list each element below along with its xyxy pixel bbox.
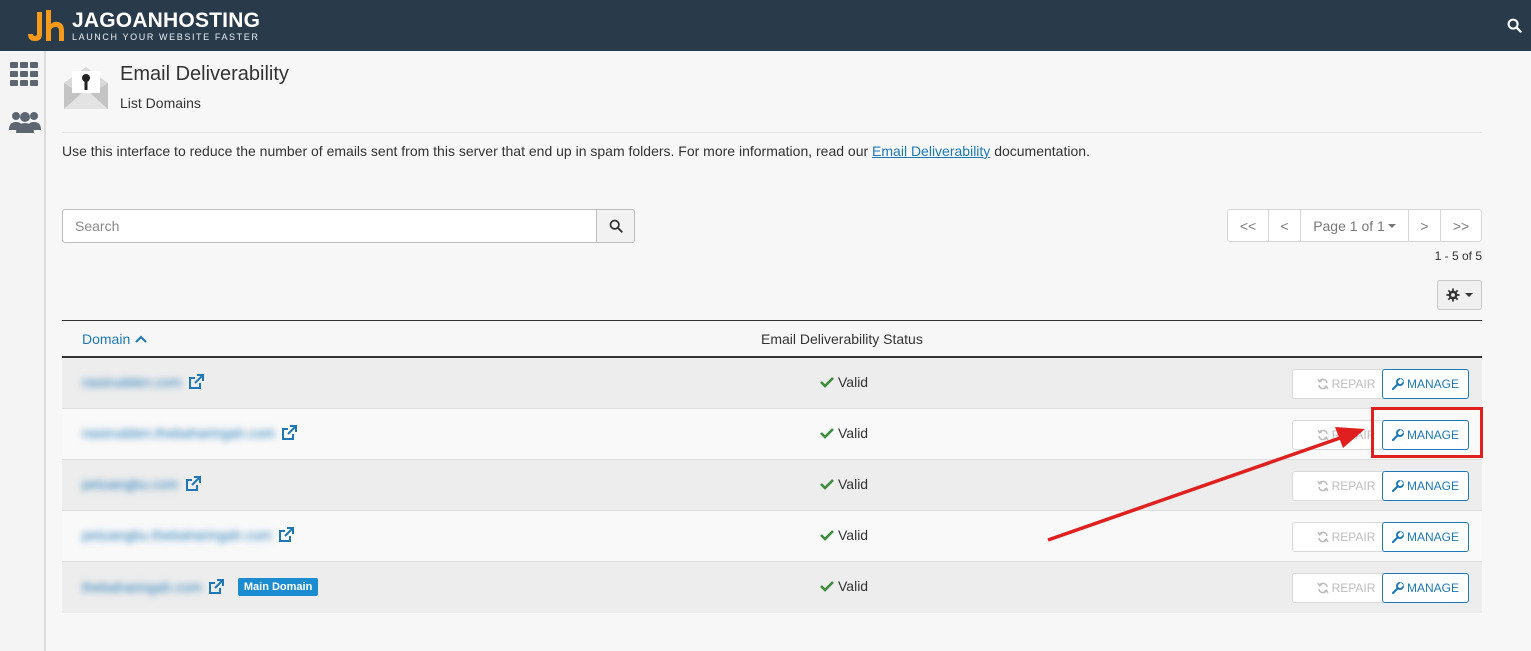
external-link-icon[interactable]	[278, 527, 294, 543]
manage-label: MANAGE	[1406, 581, 1459, 595]
settings-dropdown-button[interactable]	[1437, 280, 1482, 310]
table-row: petuangbu.thebaharingah.com Valid REPAIR…	[62, 511, 1482, 562]
domain-column-label: Domain	[82, 331, 131, 347]
domain-link[interactable]: nasirudden.thebaharingah.com	[82, 425, 275, 441]
next-page-button[interactable]: >	[1409, 210, 1441, 241]
search-bar	[62, 209, 635, 243]
email-key-icon	[62, 63, 110, 116]
caret-down-icon	[1465, 293, 1473, 297]
status-cell: Valid	[820, 476, 868, 492]
brand-tagline: LAUNCH YOUR WEBSITE FASTER	[72, 31, 260, 42]
repair-label: REPAIR	[1331, 581, 1376, 595]
main-domain-badge: Main Domain	[237, 578, 319, 596]
intro-text-after: documentation.	[990, 143, 1090, 159]
status-text: Valid	[838, 374, 869, 390]
refresh-icon	[1316, 582, 1329, 594]
external-link-icon[interactable]	[208, 579, 224, 595]
check-icon	[820, 377, 834, 388]
table-header: Domain Email Deliverability Status	[62, 320, 1482, 358]
manage-label: MANAGE	[1406, 530, 1459, 544]
manage-button[interactable]: MANAGE	[1382, 573, 1469, 603]
search-icon	[609, 219, 623, 233]
status-cell: Valid	[820, 527, 868, 543]
manage-button[interactable]: MANAGE	[1382, 471, 1469, 501]
repair-label: REPAIR	[1331, 530, 1376, 544]
check-icon	[820, 530, 834, 541]
refresh-icon	[1316, 429, 1329, 441]
domain-link[interactable]: petuangbu.com	[82, 476, 179, 492]
users-icon[interactable]	[8, 109, 42, 140]
page-select[interactable]: Page 1 of 1	[1301, 210, 1409, 241]
domain-link[interactable]: petuangbu.thebaharingah.com	[82, 527, 272, 543]
search-icon	[1507, 18, 1522, 33]
manage-label: MANAGE	[1406, 377, 1459, 391]
repair-label: REPAIR	[1331, 479, 1376, 493]
documentation-link[interactable]: Email Deliverability	[872, 143, 990, 159]
repair-label: REPAIR	[1331, 377, 1376, 391]
page-title: Email Deliverability	[120, 63, 289, 85]
first-page-button[interactable]: <<	[1228, 210, 1269, 241]
header-divider	[62, 132, 1482, 133]
status-text: Valid	[838, 578, 869, 594]
external-link-icon[interactable]	[188, 374, 204, 390]
refresh-icon	[1316, 378, 1329, 390]
sort-ascending-icon	[135, 335, 147, 343]
refresh-icon	[1316, 531, 1329, 543]
page-header: Email Deliverability List Domains	[62, 61, 1482, 133]
page-select-label: Page 1 of 1	[1313, 217, 1385, 234]
check-icon	[820, 581, 834, 592]
brand-name: JAGOANHOSTING	[72, 8, 261, 32]
status-text: Valid	[838, 425, 869, 441]
domain-link[interactable]: nasirudden.com	[82, 374, 182, 390]
search-input[interactable]	[62, 209, 597, 243]
caret-down-icon	[1387, 223, 1396, 228]
external-link-icon[interactable]	[185, 476, 201, 492]
domains-table: Domain Email Deliverability Status nasir…	[62, 320, 1482, 613]
manage-button[interactable]: MANAGE	[1382, 369, 1469, 399]
status-cell: Valid	[820, 374, 868, 390]
pagination: << < Page 1 of 1 > >>	[1227, 209, 1482, 242]
sidebar	[0, 51, 46, 651]
last-page-button[interactable]: >>	[1441, 210, 1481, 241]
repair-label: REPAIR	[1331, 428, 1376, 442]
status-text: Valid	[838, 476, 869, 492]
table-row: nasirudden.com Valid REPAIR MANAGE	[62, 358, 1482, 409]
check-icon	[820, 428, 834, 439]
wrench-icon	[1391, 582, 1404, 594]
status-text: Valid	[838, 527, 869, 543]
check-icon	[820, 479, 834, 490]
domain-column-sort[interactable]: Domain	[82, 331, 148, 347]
external-link-icon[interactable]	[281, 425, 298, 441]
wrench-icon	[1391, 531, 1404, 543]
table-row: thebaharingah.com Main Domain Valid REPA…	[62, 562, 1482, 613]
search-button[interactable]	[596, 209, 635, 243]
gear-icon	[1446, 288, 1460, 302]
wrench-icon	[1391, 480, 1404, 492]
prev-page-button[interactable]: <	[1269, 210, 1301, 241]
status-cell: Valid	[820, 578, 868, 594]
manage-label: MANAGE	[1406, 479, 1459, 493]
status-cell: Valid	[820, 425, 868, 441]
wrench-icon	[1391, 378, 1404, 390]
table-row: nasirudden.thebaharingah.com Valid REPAI…	[62, 409, 1482, 460]
brand-logo-mark-icon	[24, 8, 68, 44]
domain-link[interactable]: thebaharingah.com	[82, 579, 202, 595]
apps-grid-icon[interactable]	[8, 60, 40, 93]
table-row: petuangbu.com Valid REPAIR MANAGE	[62, 460, 1482, 511]
status-column-label: Email Deliverability Status	[761, 331, 923, 347]
intro-text-before: Use this interface to reduce the number …	[62, 143, 873, 159]
annotation-highlight-box	[1371, 407, 1483, 458]
results-range: 1 - 5 of 5	[1434, 249, 1482, 263]
brand-logo[interactable]: JAGOANHOSTING LAUNCH YOUR WEBSITE FASTER	[24, 8, 260, 44]
top-bar: JAGOANHOSTING LAUNCH YOUR WEBSITE FASTER	[0, 0, 1531, 51]
page-subtitle: List Domains	[120, 95, 201, 111]
intro-text: Use this interface to reduce the number …	[62, 143, 1090, 159]
refresh-icon	[1316, 480, 1329, 492]
top-search-button[interactable]	[1498, 0, 1531, 51]
manage-button[interactable]: MANAGE	[1382, 522, 1469, 552]
